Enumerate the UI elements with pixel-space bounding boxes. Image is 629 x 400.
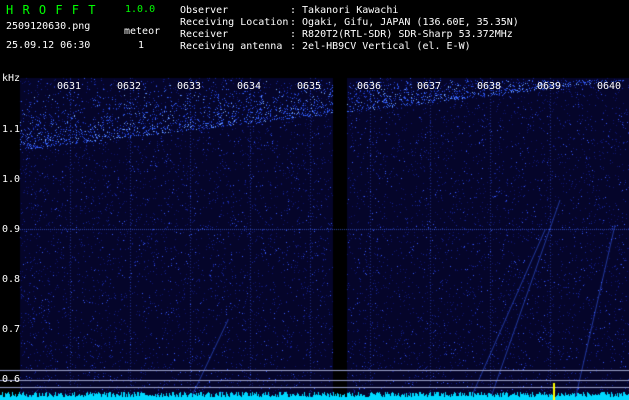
meteor-count: 1: [138, 40, 145, 51]
time-label-0640: 0640: [597, 81, 622, 92]
time-label-0634: 0634: [237, 81, 262, 92]
time-label-0632: 0632: [117, 81, 142, 92]
app-version: 1.0.0: [125, 4, 156, 15]
meteor-label: meteor: [124, 26, 161, 37]
y-label-1-0: 1.0: [2, 174, 21, 185]
time-label-0636: 0636: [357, 81, 382, 92]
y-axis-unit: kHz: [2, 73, 21, 84]
time-label-0635: 0635: [297, 81, 322, 92]
time-label-0633: 0633: [177, 81, 202, 92]
info-key-receiver: Receiver: [180, 29, 229, 40]
y-label-0-8: 0.8: [2, 274, 21, 285]
info-value-antenna: : 2el-HB9CV Vertical (el. E-W): [290, 41, 471, 52]
info-value-receiver: : R820T2(RTL-SDR) SDR-Sharp 53.372MHz: [290, 29, 513, 40]
time-label-0639: 0639: [537, 81, 562, 92]
info-key-antenna: Receiving antenna: [180, 41, 283, 52]
info-key-location: Receiving Location: [180, 17, 289, 28]
file-name: 2509120630.png: [6, 21, 91, 32]
time-label-0637: 0637: [417, 81, 442, 92]
spectrogram-canvas: [0, 0, 629, 400]
y-label-0-6: 0.6: [2, 374, 21, 385]
y-label-0-9: 0.9: [2, 224, 21, 235]
date-time: 25.09.12 06:30: [6, 40, 91, 51]
app-title: H R O F F T: [6, 3, 97, 17]
time-label-0631: 0631: [57, 81, 82, 92]
time-label-0638: 0638: [477, 81, 502, 92]
info-value-observer: : Takanori Kawachi: [290, 5, 399, 16]
y-label-1-1: 1.1: [2, 124, 21, 135]
info-key-observer: Observer: [180, 5, 229, 16]
info-value-location: : Ogaki, Gifu, JAPAN (136.60E, 35.35N): [290, 17, 519, 28]
y-label-0-7: 0.7: [2, 324, 21, 335]
